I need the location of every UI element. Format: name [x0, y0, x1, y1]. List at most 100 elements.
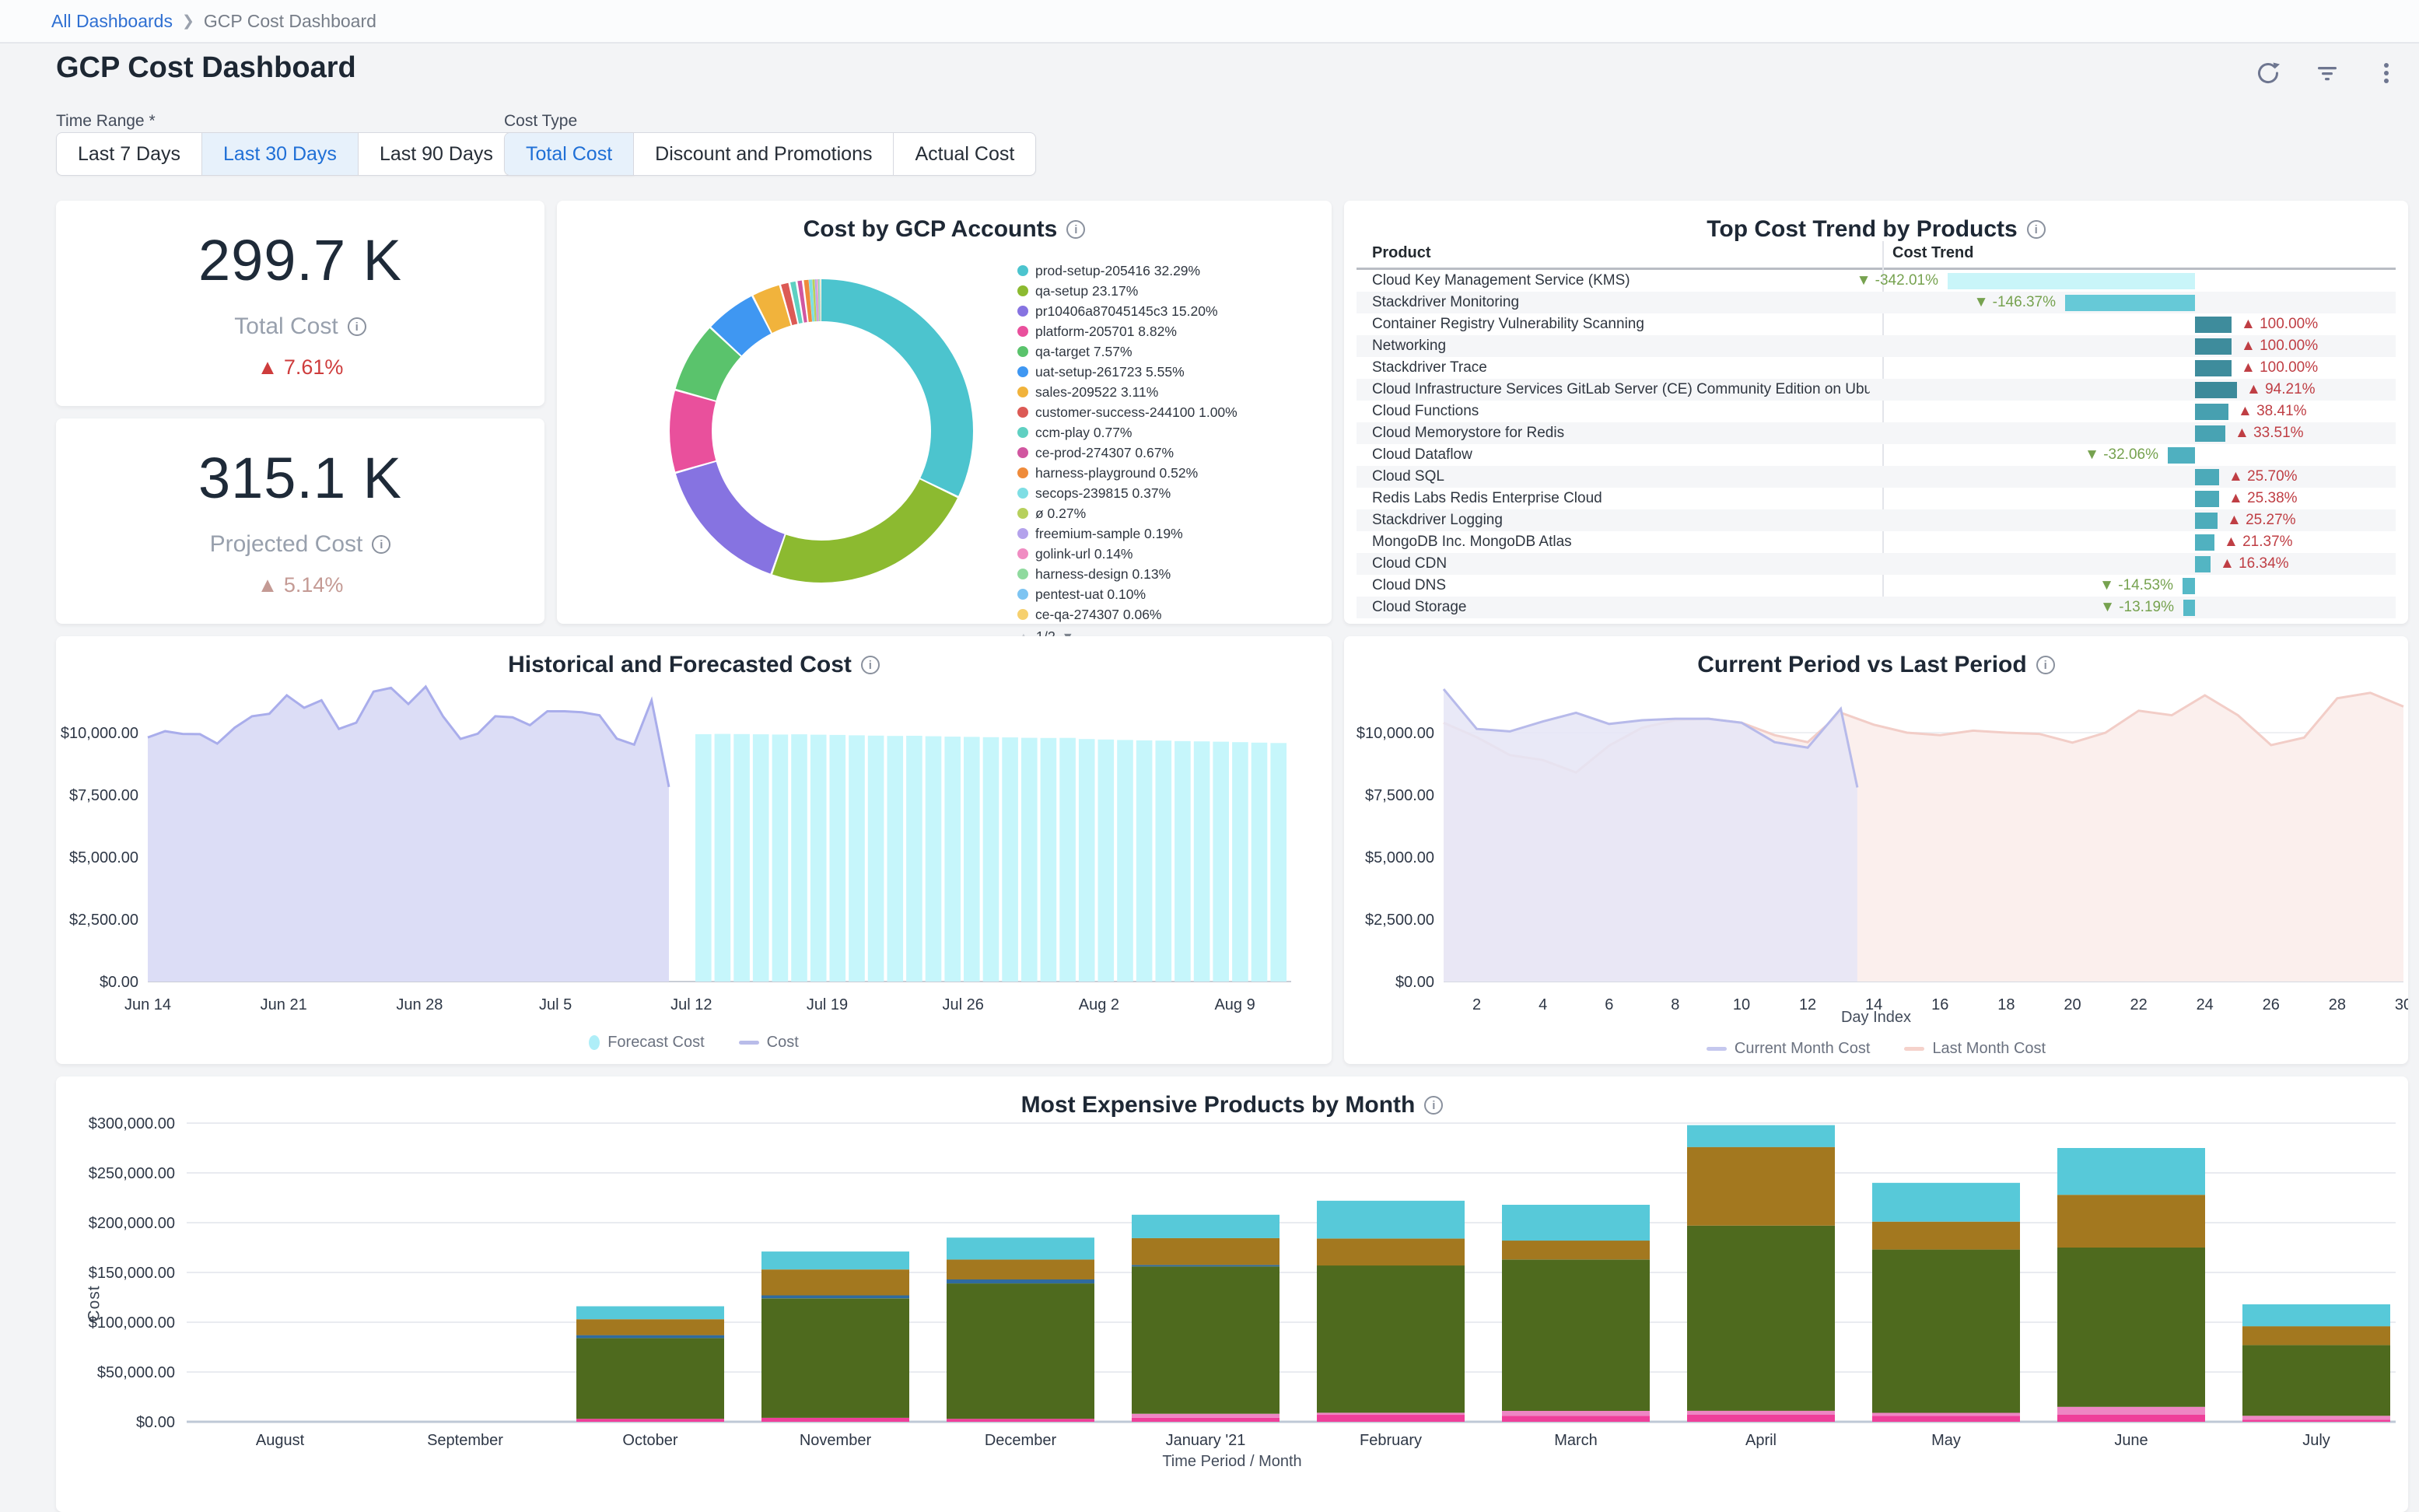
- stack-segment-segment-blue[interactable]: [761, 1295, 909, 1298]
- stack-segment-segment-cyan[interactable]: [947, 1237, 1094, 1259]
- stack-segment-segment-olive[interactable]: [1132, 1266, 1280, 1413]
- stack-segment-segment-gold[interactable]: [576, 1319, 724, 1335]
- cost-trend-bar[interactable]: [2065, 295, 2195, 311]
- stack-segment-segment-blue[interactable]: [947, 1279, 1094, 1283]
- info-icon[interactable]: i: [348, 317, 366, 336]
- time-range-option-last-7-days[interactable]: Last 7 Days: [57, 133, 201, 175]
- stack-segment-segment-olive[interactable]: [576, 1339, 724, 1419]
- svg-text:$300,000.00: $300,000.00: [89, 1115, 175, 1132]
- stack-segment-segment-gold[interactable]: [2242, 1326, 2390, 1345]
- stack-segment-segment-gold[interactable]: [947, 1259, 1094, 1279]
- stack-segment-segment-cyan[interactable]: [2057, 1148, 2205, 1195]
- stack-segment-segment-cyan[interactable]: [2242, 1304, 2390, 1326]
- cost-type-option-actual-cost[interactable]: Actual Cost: [893, 133, 1035, 175]
- info-icon[interactable]: i: [1066, 220, 1085, 239]
- stack-segment-segment-gold[interactable]: [2057, 1195, 2205, 1248]
- svg-text:January '21: January '21: [1166, 1432, 1246, 1449]
- stack-segment-segment-magenta[interactable]: [761, 1418, 909, 1422]
- cost-trend-bar[interactable]: [2195, 317, 2232, 333]
- stack-segment-segment-cyan[interactable]: [1872, 1183, 2020, 1222]
- refresh-icon[interactable]: [2254, 59, 2282, 87]
- stack-segment-segment-light-pink[interactable]: [1317, 1413, 1465, 1416]
- legend-item[interactable]: Forecast Cost: [589, 1034, 704, 1052]
- time-range-option-last-30-days[interactable]: Last 30 Days: [201, 133, 358, 175]
- legend-item[interactable]: Current Month Cost: [1707, 1040, 1871, 1058]
- cost-trend-bar[interactable]: [2195, 338, 2232, 355]
- legend-item[interactable]: Cost: [739, 1034, 799, 1052]
- legend-item-label: harness-design 0.13%: [1035, 566, 1171, 583]
- time-range-option-last-90-days[interactable]: Last 90 Days: [358, 133, 514, 175]
- gcp-accounts-donut-chart[interactable]: [666, 275, 977, 586]
- legend-dot-icon: [1017, 306, 1028, 317]
- stack-segment-segment-olive[interactable]: [1317, 1265, 1465, 1412]
- stack-segment-segment-light-pink[interactable]: [2242, 1416, 2390, 1419]
- filter-icon[interactable]: [2313, 59, 2341, 87]
- stack-segment-segment-cyan[interactable]: [576, 1307, 724, 1320]
- stack-segment-segment-olive[interactable]: [947, 1283, 1094, 1419]
- breadcrumb-link-all-dashboards[interactable]: All Dashboards: [51, 11, 173, 32]
- stack-segment-segment-gold[interactable]: [1132, 1238, 1280, 1265]
- stack-segment-segment-light-pink[interactable]: [1687, 1411, 1835, 1415]
- cost-trend-bar[interactable]: [2195, 491, 2219, 507]
- period-compare-chart[interactable]: $10,000.00$7,500.00$5,000.00$2,500.00$0.…: [1344, 636, 2408, 1064]
- table-row: Cloud SQL▲ 25.70%: [1357, 466, 2396, 488]
- stack-segment-segment-light-pink[interactable]: [1502, 1411, 1650, 1416]
- cost-trend-bar[interactable]: [2195, 360, 2232, 376]
- stack-segment-segment-gold[interactable]: [1502, 1241, 1650, 1259]
- svg-text:December: December: [985, 1432, 1057, 1449]
- total-cost-value: 299.7 K: [198, 227, 402, 293]
- stack-segment-segment-blue[interactable]: [1132, 1265, 1280, 1266]
- stack-segment-segment-gold[interactable]: [761, 1269, 909, 1295]
- cost-trend-bar[interactable]: [2195, 469, 2219, 485]
- stack-segment-segment-cyan[interactable]: [1317, 1201, 1465, 1239]
- cost-trend-bar[interactable]: [2195, 382, 2237, 398]
- stack-segment-segment-cyan[interactable]: [1132, 1215, 1280, 1238]
- cost-trend-bar[interactable]: [2195, 534, 2214, 551]
- stack-segment-segment-light-pink[interactable]: [1132, 1414, 1280, 1418]
- stack-segment-segment-olive[interactable]: [2242, 1345, 2390, 1416]
- stack-segment-segment-cyan[interactable]: [1687, 1125, 1835, 1147]
- kebab-menu-icon[interactable]: [2372, 59, 2400, 87]
- cost-type-option-discount-and-promotions[interactable]: Discount and Promotions: [633, 133, 893, 175]
- legend-item: platform-205701 8.82%: [1017, 324, 1313, 340]
- stack-segment-segment-gold[interactable]: [1872, 1222, 2020, 1250]
- stack-segment-segment-olive[interactable]: [2057, 1248, 2205, 1407]
- stack-segment-segment-magenta[interactable]: [2242, 1419, 2390, 1422]
- stack-segment-segment-magenta[interactable]: [2057, 1415, 2205, 1422]
- stack-segment-segment-cyan[interactable]: [761, 1251, 909, 1269]
- stack-segment-segment-magenta[interactable]: [1317, 1415, 1465, 1422]
- cost-trend-bar[interactable]: [2168, 447, 2195, 464]
- stack-segment-segment-magenta[interactable]: [1132, 1418, 1280, 1422]
- info-icon[interactable]: i: [372, 535, 390, 554]
- stack-segment-segment-olive[interactable]: [1872, 1250, 2020, 1413]
- stack-segment-segment-light-pink[interactable]: [2057, 1407, 2205, 1415]
- stack-segment-segment-cyan[interactable]: [1502, 1205, 1650, 1241]
- cost-trend-bar[interactable]: [2195, 556, 2211, 572]
- cost-trend-bar[interactable]: [1948, 273, 2195, 289]
- stack-segment-segment-olive[interactable]: [1502, 1259, 1650, 1411]
- stack-segment-segment-magenta[interactable]: [1872, 1416, 2020, 1422]
- stack-segment-segment-magenta[interactable]: [1502, 1416, 1650, 1422]
- monthly-products-chart[interactable]: $0.00$50,000.00$100,000.00$150,000.00$20…: [56, 1076, 2408, 1481]
- cost-trend-bar[interactable]: [2195, 404, 2228, 420]
- stack-segment-segment-magenta[interactable]: [1687, 1415, 1835, 1422]
- stack-segment-segment-gold[interactable]: [1317, 1239, 1465, 1266]
- stack-segment-segment-gold[interactable]: [1687, 1147, 1835, 1226]
- cost-type-option-total-cost[interactable]: Total Cost: [505, 133, 633, 175]
- cost-trend-bar[interactable]: [2183, 578, 2195, 594]
- svg-text:November: November: [800, 1432, 872, 1449]
- stack-segment-segment-magenta[interactable]: [947, 1419, 1094, 1422]
- legend-item: harness-playground 0.52%: [1017, 465, 1313, 481]
- cost-trend-bar[interactable]: [2183, 600, 2195, 616]
- cost-trend-bar[interactable]: [2195, 513, 2218, 529]
- stack-segment-segment-light-pink[interactable]: [1872, 1413, 2020, 1416]
- stack-segment-segment-blue[interactable]: [576, 1335, 724, 1339]
- stack-segment-segment-magenta[interactable]: [576, 1419, 724, 1422]
- stack-segment-segment-olive[interactable]: [761, 1298, 909, 1418]
- cost-trend-bar[interactable]: [2195, 425, 2225, 442]
- breadcrumb-separator-icon: ❯: [182, 12, 194, 30]
- stack-segment-segment-olive[interactable]: [1687, 1226, 1835, 1411]
- legend-item[interactable]: Last Month Cost: [1904, 1040, 2046, 1058]
- historical-forecast-chart[interactable]: $10,000.00$7,500.00$5,000.00$2,500.00$0.…: [56, 636, 1332, 1064]
- info-icon[interactable]: i: [2027, 220, 2046, 239]
